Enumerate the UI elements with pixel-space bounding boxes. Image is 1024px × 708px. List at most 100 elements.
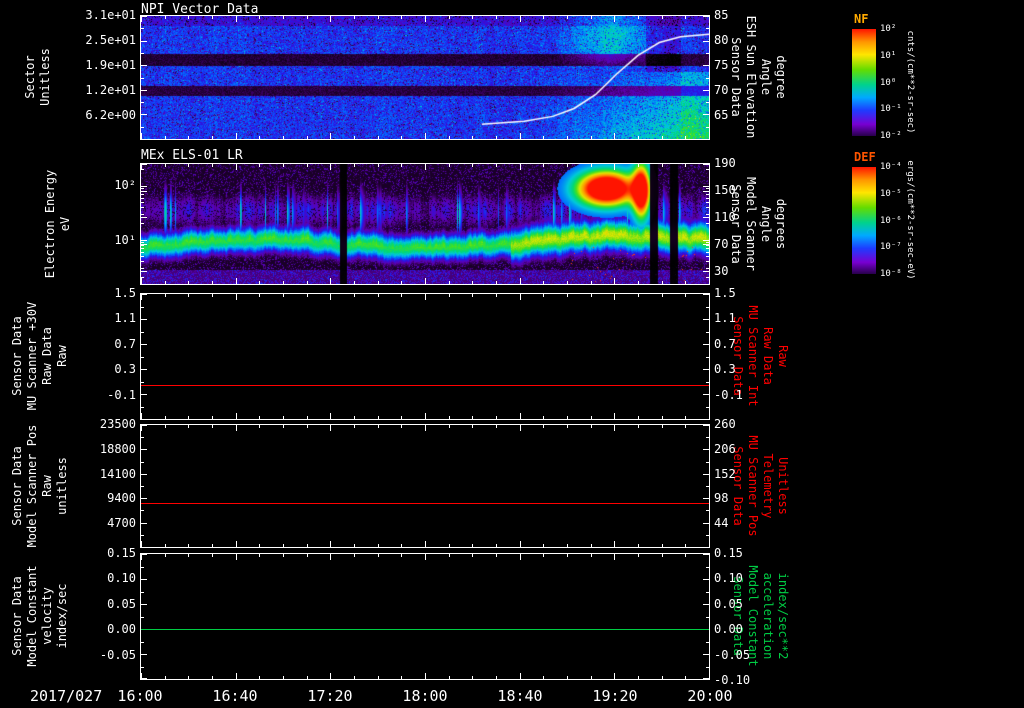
tick-mark (685, 554, 686, 557)
tick-mark (259, 281, 260, 284)
tick-mark (141, 271, 147, 272)
tick-mark (662, 416, 663, 419)
panel5-ylabel: Sensor Data Model Constant velocity inde… (10, 565, 69, 667)
tick-mark (449, 676, 450, 679)
tick-mark (543, 164, 544, 167)
tick-mark (141, 245, 144, 246)
data-line (141, 385, 709, 386)
tick-mark (141, 277, 144, 278)
tick-mark (706, 667, 709, 668)
tick-mark (567, 164, 568, 167)
right-tick-label: 98 (714, 491, 729, 506)
tick-mark (703, 319, 709, 320)
tick-mark (354, 416, 355, 419)
tick-mark (520, 673, 521, 679)
tick-mark (638, 136, 639, 139)
def-colorbar: DEF 10⁻⁴ 10⁻⁵ 10⁻⁶ 10⁻⁷ 10⁻⁸ ergs/(cm**2-sr-… (852, 150, 944, 290)
y-tick-label: 0.05 (107, 596, 136, 611)
mu-scanner-line-panel[interactable] (140, 293, 710, 420)
tick-mark (706, 307, 709, 308)
tick-mark (165, 676, 166, 679)
tick-mark (188, 416, 189, 419)
tick-mark (307, 16, 308, 19)
tick-mark (330, 16, 331, 22)
tick-mark (567, 554, 568, 557)
right-tick-label: 206 (714, 441, 736, 456)
tick-mark (706, 188, 709, 189)
tick-mark (685, 294, 686, 297)
tick-mark (706, 592, 709, 593)
tick-mark (520, 133, 521, 139)
tick-mark (401, 416, 402, 419)
tick-mark (706, 617, 709, 618)
tick-mark (543, 16, 544, 19)
data-line (141, 503, 709, 504)
right-tick-label: 0.05 (714, 596, 743, 611)
tick-mark (141, 319, 147, 320)
tick-mark (449, 544, 450, 547)
tick-mark (283, 16, 284, 19)
tick-mark (706, 214, 709, 215)
data-line (141, 629, 709, 630)
tick-mark (703, 344, 709, 345)
tick-mark (449, 281, 450, 284)
tick-mark (709, 133, 710, 139)
tick-mark (141, 369, 147, 370)
tick-mark (449, 164, 450, 167)
x-axis-tick-label: 18:40 (497, 687, 543, 705)
tick-mark (567, 416, 568, 419)
tick-mark (354, 164, 355, 167)
tick-mark (591, 164, 592, 167)
tick-mark (614, 673, 615, 679)
tick-mark (567, 544, 568, 547)
tick-mark (449, 16, 450, 19)
right-tick-label: 1.1 (714, 311, 736, 326)
tick-mark (709, 554, 710, 560)
model-constant-line-panel[interactable] (140, 553, 710, 680)
tick-mark (706, 245, 709, 246)
scanner-pos-line-panel[interactable] (140, 424, 710, 548)
tick-mark (188, 294, 189, 297)
tick-mark (188, 281, 189, 284)
tick-mark (709, 294, 710, 300)
tick-mark (709, 541, 710, 547)
tick-mark (212, 544, 213, 547)
tick-mark (706, 207, 709, 208)
tick-mark (378, 294, 379, 297)
tick-mark (472, 294, 473, 297)
tick-mark (141, 114, 147, 115)
colorbar-tick-label: 10⁻⁵ (880, 188, 902, 199)
tick-mark (472, 164, 473, 167)
y-tick-label: 3.1e+01 (85, 8, 136, 22)
tick-mark (472, 16, 473, 19)
tick-mark (543, 425, 544, 428)
tick-mark (703, 394, 709, 395)
tick-mark (591, 136, 592, 139)
tick-mark (283, 554, 284, 557)
tick-mark (212, 425, 213, 428)
tick-mark (638, 676, 639, 679)
tick-mark (401, 425, 402, 428)
npi-spectrogram-panel[interactable] (140, 15, 710, 140)
tick-mark (141, 65, 147, 66)
tick-mark (141, 202, 144, 203)
tick-mark (425, 16, 426, 22)
tick-mark (141, 214, 144, 215)
tick-mark (425, 673, 426, 679)
tick-mark (706, 248, 709, 249)
tick-mark (614, 413, 615, 419)
right-tick-label: 70 (714, 83, 729, 97)
tick-mark (614, 133, 615, 139)
tick-mark (543, 294, 544, 297)
tick-mark (141, 678, 147, 679)
tick-mark (703, 240, 709, 241)
tick-mark (141, 535, 144, 536)
els-spectrogram-panel[interactable] (140, 163, 710, 285)
tick-mark (141, 90, 147, 91)
right-tick-label: 150 (714, 183, 736, 198)
tick-mark (496, 554, 497, 557)
y-tick-label: 1.2e+01 (85, 83, 136, 97)
tick-mark (703, 579, 709, 580)
tick-mark (496, 416, 497, 419)
tick-mark (543, 281, 544, 284)
